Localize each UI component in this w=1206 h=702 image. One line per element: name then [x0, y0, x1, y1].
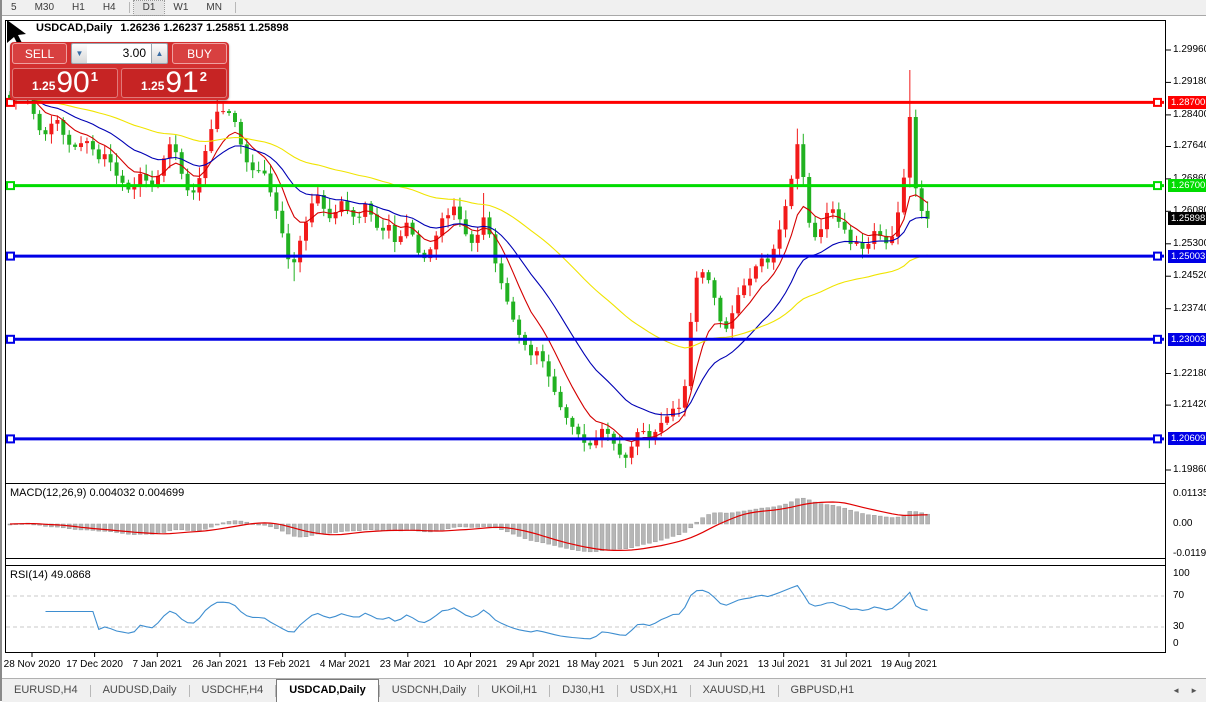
- rsi-indicator-label: RSI(14) 49.0868: [10, 569, 91, 581]
- price-level-tag: 1.20609: [1168, 432, 1206, 445]
- price-level-tag: 1.25898: [1168, 212, 1206, 225]
- moving-average-8: [10, 95, 928, 441]
- sell-price-display[interactable]: 1.25 90 1: [12, 68, 118, 98]
- buy-price-prefix: 1.25: [141, 79, 164, 93]
- trade-panel-top-row: SELL ▼ 3.00 ▲ BUY: [10, 42, 229, 66]
- macd-histogram: [8, 498, 930, 552]
- price-level-tag: 1.26700: [1168, 179, 1206, 192]
- one-click-trade-panel: SELL ▼ 3.00 ▲ BUY 1.25 90 1 1.25 91 2: [10, 42, 229, 100]
- buy-price-display[interactable]: 1.25 91 2: [121, 68, 227, 98]
- macd-indicator-label: MACD(12,26,9) 0.004032 0.004699: [10, 487, 184, 499]
- volume-increase-icon[interactable]: ▲: [151, 43, 168, 64]
- level-handle-icon[interactable]: [7, 182, 14, 189]
- terminal-window: 5M30H1H4D1W1MN USDCAD,Daily1.26236 1.262…: [0, 0, 1206, 701]
- price-level-tag: 1.28700: [1168, 96, 1206, 109]
- level-handle-icon[interactable]: [1154, 182, 1161, 189]
- sell-button[interactable]: SELL: [12, 43, 67, 64]
- level-handle-icon[interactable]: [7, 253, 14, 260]
- volume-decrease-icon[interactable]: ▼: [71, 43, 88, 64]
- level-handle-icon[interactable]: [1154, 99, 1161, 106]
- sell-price-big-digits: 90: [56, 70, 89, 96]
- level-handle-icon[interactable]: [1154, 336, 1161, 343]
- chart-ohlc-values: 1.26236 1.26237 1.25851 1.25898: [120, 22, 288, 34]
- buy-price-pip-digit: 2: [200, 69, 207, 84]
- chart-canvas[interactable]: [2, 0, 1206, 701]
- level-handle-icon[interactable]: [1154, 253, 1161, 260]
- buy-button[interactable]: BUY: [172, 43, 227, 64]
- sell-price-prefix: 1.25: [32, 79, 55, 93]
- buy-price-big-digits: 91: [165, 70, 198, 96]
- level-handle-icon[interactable]: [7, 435, 14, 442]
- volume-input[interactable]: 3.00: [87, 43, 151, 64]
- chart-title: USDCAD,Daily 1.26236 1.26237 1.25851 1.25…: [36, 22, 289, 34]
- rsi-line: [46, 586, 928, 639]
- sell-price-pip-digit: 1: [91, 69, 98, 84]
- moving-average-55: [10, 99, 928, 348]
- price-level-tag: 1.25003: [1168, 250, 1206, 263]
- candlestick-series: [8, 70, 930, 468]
- price-level-tag: 1.23003: [1168, 333, 1206, 346]
- level-handle-icon[interactable]: [7, 336, 14, 343]
- level-handle-icon[interactable]: [1154, 435, 1161, 442]
- chart-symbol-label: USDCAD,Daily: [36, 22, 112, 34]
